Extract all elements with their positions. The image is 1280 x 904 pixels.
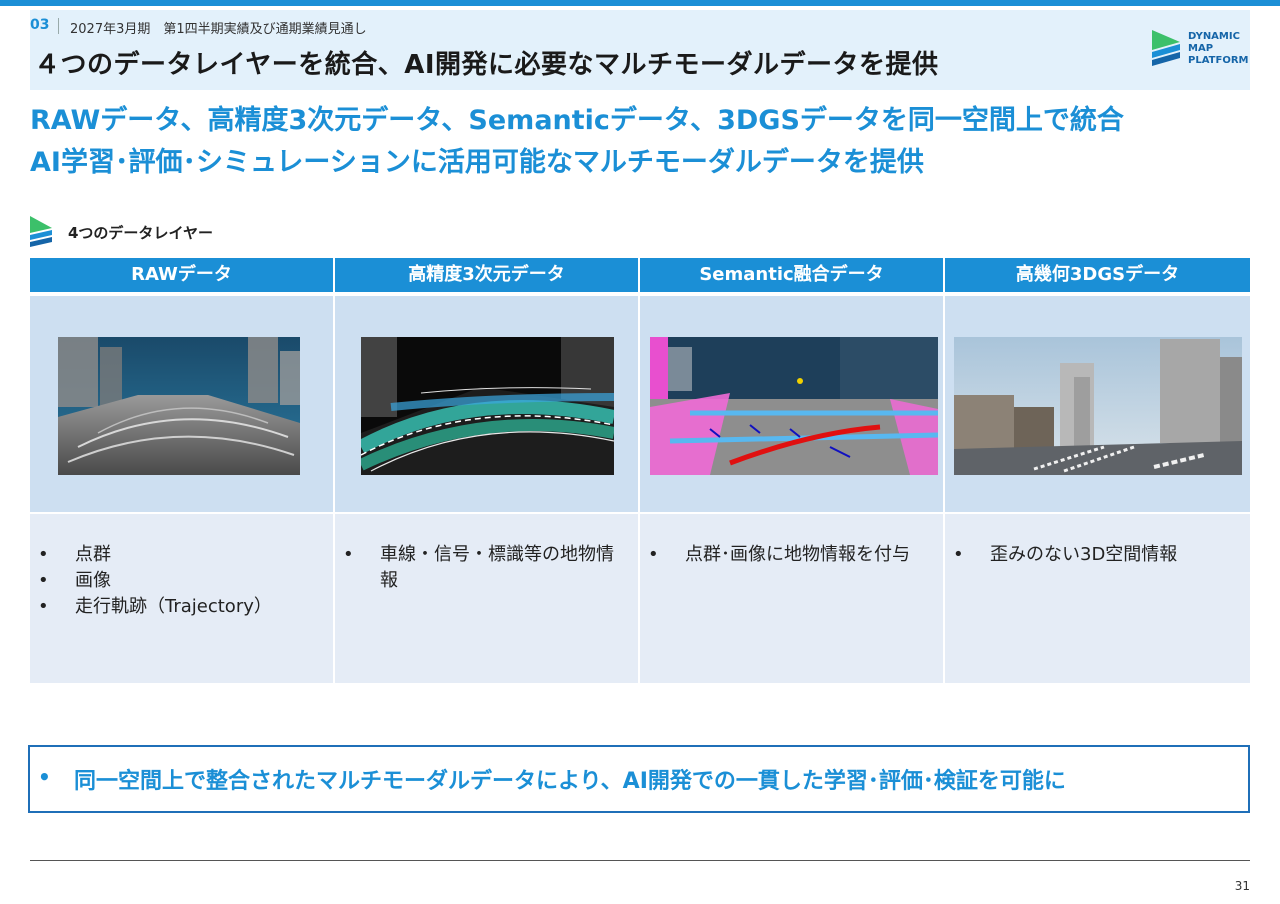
text-cell: • 車線・信号・標識等の地物情報 xyxy=(335,514,638,683)
list-item: • 画像 xyxy=(38,568,323,594)
section-number: 03 xyxy=(30,17,50,33)
bullet-icon: • xyxy=(38,570,49,591)
bullet-icon: • xyxy=(38,544,49,565)
text-cell: • 点群･画像に地物情報を付与 xyxy=(640,514,943,683)
text-cell: • 点群 • 画像 • 走行軌跡（Trajectory） xyxy=(30,514,333,683)
logo-mark-icon xyxy=(1152,30,1180,66)
bullet-icon: • xyxy=(953,544,964,565)
bullet-icon: • xyxy=(38,596,49,617)
image-cell xyxy=(945,296,1250,512)
headline-line-2: AI学習･評価･シミュレーションに活用可能なマルチモーダルデータを提供 xyxy=(30,147,924,178)
section-title: 2027年3月期 第1四半期実績及び通期業績見通し xyxy=(70,22,367,37)
callout-text: 同一空間上で整合されたマルチモーダルデータにより、AI開発での一貫した学習･評価… xyxy=(74,769,1066,794)
list-item: • 点群 xyxy=(38,542,323,568)
layers-icon xyxy=(30,216,52,247)
logo-text: DYNAMIC MAP PLATFORM xyxy=(1188,31,1249,66)
page-title: ４つのデータレイヤーを統合、AI開発に必要なマルチモーダルデータを提供 xyxy=(34,50,939,80)
column-header: 高精度3次元データ xyxy=(335,258,638,292)
layer-table: RAWデータ • 点群 • 画像 • 走行軌跡（Trajectory） 高精度3… xyxy=(30,258,1250,683)
column-header: Semantic融合データ xyxy=(640,258,943,292)
column-header: 高幾何3DGSデータ xyxy=(945,258,1250,292)
column-3dgs: 高幾何3DGSデータ • 歪みのない3D空間情報 xyxy=(945,258,1250,683)
bullet-list: • 点群 • 画像 • 走行軌跡（Trajectory） xyxy=(38,542,323,620)
section-separator xyxy=(58,18,59,34)
layers-label: 4つのデータレイヤー xyxy=(68,224,213,242)
hd-map-image xyxy=(361,337,614,475)
column-raw: RAWデータ • 点群 • 画像 • 走行軌跡（Trajectory） xyxy=(30,258,333,683)
bullet-list: • 車線・信号・標識等の地物情報 xyxy=(343,542,628,594)
text-cell: • 歪みのない3D空間情報 xyxy=(945,514,1250,683)
semantic-image xyxy=(650,337,938,475)
bullet-icon: • xyxy=(343,544,354,565)
list-item: • 点群･画像に地物情報を付与 xyxy=(648,542,933,568)
image-cell xyxy=(335,296,638,512)
top-accent-bar xyxy=(0,0,1280,6)
page-number: 31 xyxy=(1234,879,1250,893)
image-cell xyxy=(640,296,943,512)
list-item: • 歪みのない3D空間情報 xyxy=(953,542,1238,568)
image-cell xyxy=(30,296,333,512)
3dgs-image xyxy=(954,337,1242,475)
bullet-icon: • xyxy=(38,765,51,789)
headline-line-1: RAWデータ、高精度3次元データ、Semanticデータ、3DGSデータを同一空… xyxy=(30,105,1124,136)
column-semantic: Semantic融合データ • 点群･画像に地物情報を付与 xyxy=(640,258,943,683)
footer-divider xyxy=(30,860,1250,861)
bullet-icon: • xyxy=(648,544,659,565)
company-logo: DYNAMIC MAP PLATFORM xyxy=(1150,28,1260,72)
column-header: RAWデータ xyxy=(30,258,333,292)
list-item: • 走行軌跡（Trajectory） xyxy=(38,594,323,620)
summary-callout: • 同一空間上で整合されたマルチモーダルデータにより、AI開発での一貫した学習･… xyxy=(28,745,1250,813)
list-item: • 車線・信号・標識等の地物情報 xyxy=(343,544,614,591)
bullet-list: • 歪みのない3D空間情報 xyxy=(953,542,1238,568)
bullet-list: • 点群･画像に地物情報を付与 xyxy=(648,542,933,568)
column-hd-3d: 高精度3次元データ • 車線・信号・標識等の地物情報 xyxy=(335,258,638,683)
raw-pointcloud-image xyxy=(58,337,300,475)
